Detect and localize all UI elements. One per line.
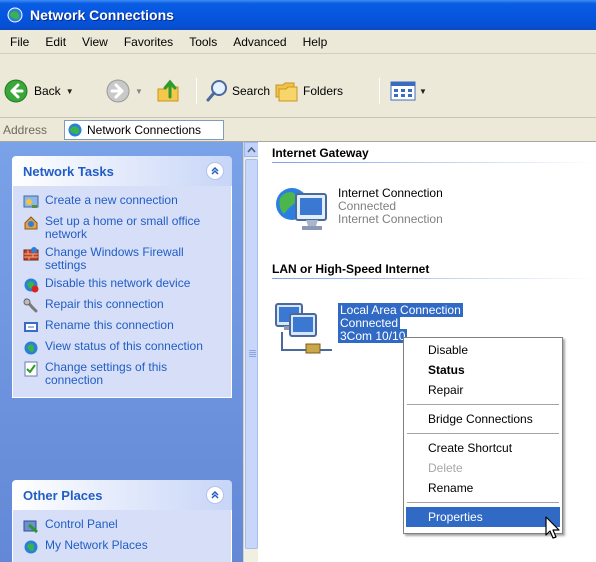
other-places-title: Other Places — [23, 487, 103, 503]
connection-internet[interactable]: Internet Connection Connected Internet C… — [258, 178, 478, 242]
menu-item-status[interactable]: Status — [406, 360, 560, 380]
menu-edit[interactable]: Edit — [37, 31, 74, 53]
toolbar: Back ▼ ▼ Search Folders ▼ — [0, 54, 596, 118]
task-disable-device[interactable]: Disable this network device — [23, 277, 225, 293]
toolbar-separator — [379, 78, 380, 104]
menu-item-rename[interactable]: Rename — [406, 478, 560, 498]
scrollbar-thumb[interactable] — [245, 159, 258, 549]
other-places-list: Control Panel My Network Places — [12, 510, 232, 562]
menu-separator — [407, 433, 559, 434]
other-places-panel: Other Places Control Panel My Network Pl… — [12, 480, 232, 562]
search-label: Search — [232, 84, 271, 98]
task-home-network[interactable]: Set up a home or small office network — [23, 215, 225, 241]
mouse-cursor-icon — [545, 516, 560, 539]
menu-advanced[interactable]: Advanced — [225, 31, 294, 53]
control-panel-icon — [23, 520, 38, 534]
menu-item-create-shortcut[interactable]: Create Shortcut — [406, 438, 560, 458]
task-change-settings[interactable]: Change settings of this connection — [23, 361, 225, 387]
address-field[interactable]: Network Connections — [64, 119, 224, 140]
back-arrow-icon — [4, 79, 28, 103]
title-bar[interactable]: Network Connections — [0, 0, 596, 30]
status-icon — [24, 341, 38, 355]
connection-type: 3Com 10/10 — [338, 329, 408, 343]
home-network-icon — [24, 216, 38, 230]
up-folder-icon — [157, 79, 179, 102]
folders-icon — [275, 82, 298, 102]
forward-arrow-icon — [106, 79, 130, 103]
group-divider — [272, 278, 596, 279]
menu-bar: File Edit View Favorites Tools Advanced … — [0, 30, 596, 54]
place-control-panel[interactable]: Control Panel — [23, 518, 225, 534]
window-title: Network Connections — [30, 7, 174, 23]
menu-item-disable[interactable]: Disable — [406, 340, 560, 360]
new-connection-icon — [23, 195, 39, 208]
search-icon — [206, 80, 227, 102]
place-my-network-places[interactable]: My Network Places — [23, 539, 225, 555]
vertical-scrollbar[interactable] — [243, 142, 259, 562]
network-tasks-title: Network Tasks — [23, 163, 114, 179]
task-create-connection[interactable]: Create a new connection — [23, 194, 225, 210]
task-repair-connection[interactable]: Repair this connection — [23, 298, 225, 314]
network-connections-icon — [7, 7, 23, 23]
lan-connection-icon — [275, 303, 332, 354]
collapse-chevron-icon[interactable] — [206, 162, 224, 180]
menu-favorites[interactable]: Favorites — [116, 31, 181, 53]
menu-view[interactable]: View — [74, 31, 116, 53]
internet-connection-icon — [276, 188, 327, 230]
menu-file[interactable]: File — [2, 31, 37, 53]
menu-item-properties[interactable]: Properties — [406, 507, 560, 527]
network-tasks-list: Create a new connection Set up a home or… — [12, 186, 232, 398]
scroll-up-icon[interactable] — [244, 142, 259, 157]
folders-button[interactable]: Folders — [274, 76, 343, 106]
views-button[interactable]: ▼ — [390, 76, 427, 106]
menu-item-delete: Delete — [428, 461, 463, 475]
network-tasks-header[interactable]: Network Tasks — [12, 156, 232, 186]
search-button[interactable]: Search — [205, 76, 270, 106]
menu-item-repair[interactable]: Repair — [406, 380, 560, 400]
task-rename-connection[interactable]: Rename this connection — [23, 319, 225, 335]
back-dropdown-icon[interactable]: ▼ — [66, 87, 74, 96]
settings-icon — [24, 361, 38, 377]
connection-type: Internet Connection — [338, 212, 443, 226]
menu-tools[interactable]: Tools — [181, 31, 225, 53]
views-icon — [390, 81, 416, 101]
up-folder-button[interactable] — [156, 76, 182, 106]
network-connections-icon — [68, 123, 82, 136]
toolbar-separator — [196, 78, 197, 104]
disable-device-icon — [24, 278, 39, 293]
menu-item-bridge-connections[interactable]: Bridge Connections — [406, 409, 560, 429]
firewall-icon — [23, 247, 39, 261]
network-tasks-panel: Network Tasks Create a new connection Se… — [12, 156, 232, 398]
network-places-icon — [24, 540, 38, 554]
folders-label: Folders — [303, 84, 344, 98]
address-bar: Address Network Connections — [0, 118, 596, 142]
task-firewall-settings[interactable]: Change Windows Firewall settings — [23, 246, 225, 272]
collapse-chevron-icon[interactable] — [206, 486, 224, 504]
group-header-internet-gateway: Internet Gateway — [272, 146, 369, 160]
rename-icon — [24, 322, 38, 332]
menu-help[interactable]: Help — [295, 31, 336, 53]
address-label: Address — [3, 122, 48, 137]
back-label: Back — [34, 84, 61, 98]
group-divider — [272, 162, 596, 163]
back-button[interactable]: Back ▼ — [4, 76, 74, 106]
views-dropdown-icon[interactable]: ▼ — [419, 87, 427, 96]
other-places-header[interactable]: Other Places — [12, 480, 232, 510]
menu-separator — [407, 502, 559, 503]
task-view-status[interactable]: View status of this connection — [23, 340, 225, 356]
forward-dropdown-icon[interactable]: ▼ — [135, 87, 143, 96]
address-value: Network Connections — [87, 122, 202, 137]
forward-button[interactable]: ▼ — [106, 76, 143, 106]
menu-separator — [407, 404, 559, 405]
repair-icon — [23, 298, 38, 313]
context-menu: Disable Status Repair Bridge Connections… — [403, 337, 563, 534]
task-pane: Network Tasks Create a new connection Se… — [0, 142, 243, 562]
group-header-lan: LAN or High-Speed Internet — [272, 262, 430, 276]
